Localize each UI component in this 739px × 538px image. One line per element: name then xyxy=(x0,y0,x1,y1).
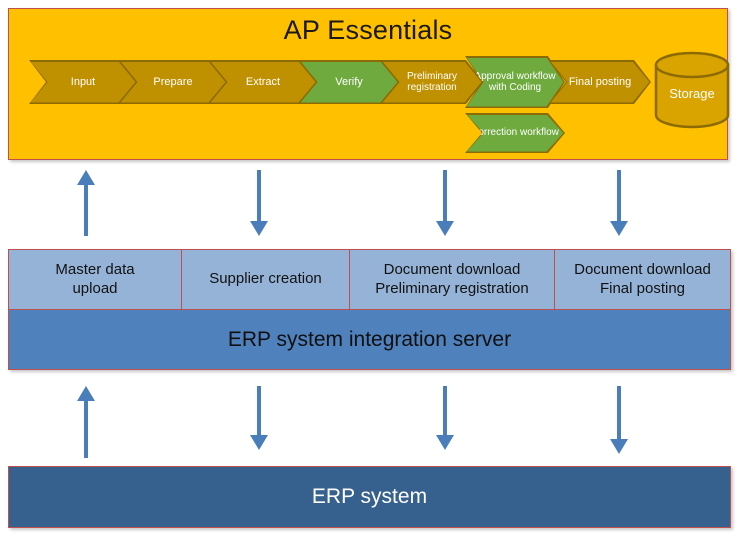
arrow-erp-to-system-2 xyxy=(249,386,269,450)
erp-cell-text: Master data upload xyxy=(55,260,135,297)
storage-cylinder[interactable]: Storage xyxy=(653,51,731,129)
arrow-erp-to-system-3 xyxy=(435,386,455,450)
arrow-down-icon xyxy=(250,170,268,236)
erp-interface-row: Master data upload Supplier creation Doc… xyxy=(8,249,731,310)
ap-essentials-title: AP Essentials xyxy=(283,15,453,45)
ap-essentials-panel: AP Essentials Input Prepare Extract Veri… xyxy=(8,8,731,160)
process-step-label: Correction workflow xyxy=(471,127,559,139)
arrow-ap-to-erp-1 xyxy=(76,170,96,236)
erp-cell-text: Supplier creation xyxy=(209,270,322,288)
erp-system-box[interactable]: ERP system xyxy=(8,466,731,528)
arrow-ap-to-erp-2 xyxy=(249,170,269,236)
erp-cell-master-data-upload[interactable]: Master data upload xyxy=(8,249,182,310)
erp-integration-block: Master data upload Supplier creation Doc… xyxy=(8,249,731,370)
erp-cell-text: Document download Preliminary registrati… xyxy=(375,260,529,297)
erp-cell-document-download-final-posting[interactable]: Document download Final posting xyxy=(554,249,731,310)
process-step-correction-workflow[interactable]: Correction workflow xyxy=(465,113,565,153)
process-step-input[interactable]: Input xyxy=(29,60,137,104)
arrow-ap-to-erp-3 xyxy=(435,170,455,236)
erp-system-label: ERP system xyxy=(311,485,428,508)
storage-label: Storage xyxy=(669,85,715,101)
arrow-down-icon xyxy=(250,386,268,450)
process-step-label: Final posting xyxy=(568,75,632,88)
arrow-erp-to-system-4 xyxy=(609,386,629,454)
arrow-down-icon xyxy=(610,170,628,236)
process-step-label: Input xyxy=(70,75,96,88)
arrow-erp-to-system-1 xyxy=(76,386,96,458)
arrow-down-icon xyxy=(610,386,628,454)
arrow-up-icon xyxy=(77,170,95,236)
erp-cell-document-download-preliminary[interactable]: Document download Preliminary registrati… xyxy=(349,249,555,310)
process-step-label: Verify xyxy=(335,75,363,88)
erp-integration-server-bar[interactable]: ERP system integration server xyxy=(8,309,731,370)
erp-cell-supplier-creation[interactable]: Supplier creation xyxy=(181,249,350,310)
erp-cell-text: Document download Final posting xyxy=(574,260,711,297)
process-step-label: Extract xyxy=(245,75,281,88)
process-step-label: Prepare xyxy=(153,75,193,88)
erp-integration-server-label: ERP system integration server xyxy=(227,327,512,351)
arrow-up-icon xyxy=(77,386,95,458)
arrow-down-icon xyxy=(436,386,454,450)
arrow-ap-to-erp-4 xyxy=(609,170,629,236)
arrow-down-icon xyxy=(436,170,454,236)
